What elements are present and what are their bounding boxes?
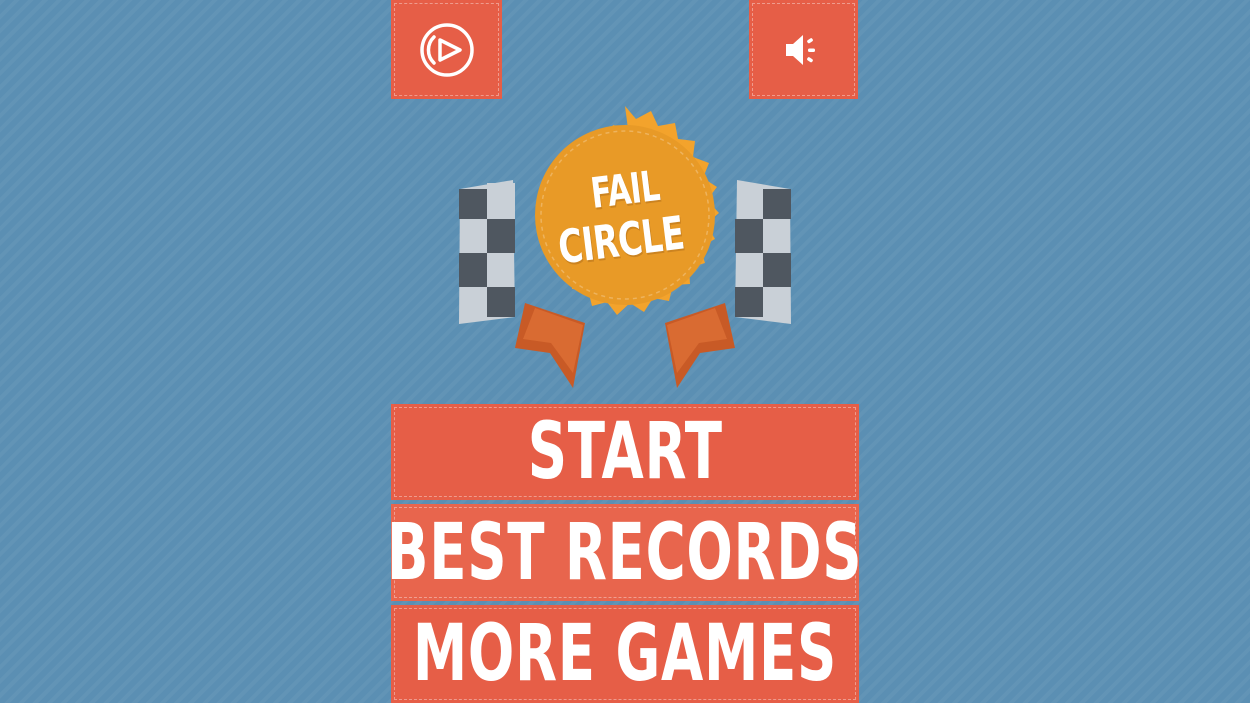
ribbons bbox=[515, 303, 735, 388]
more-games-button[interactable]: MORE GAMES bbox=[391, 605, 859, 703]
start-button[interactable]: START bbox=[391, 404, 859, 500]
speaker-icon bbox=[785, 34, 815, 65]
title-badge: FAIL CIRCLE bbox=[455, 103, 795, 395]
more-games-label: MORE GAMES bbox=[412, 609, 838, 699]
checkered-flag-right bbox=[735, 180, 791, 324]
best-records-button[interactable]: BEST RECORDS bbox=[387, 504, 862, 601]
sound-button[interactable] bbox=[749, 0, 858, 99]
play-logo-icon bbox=[419, 22, 474, 77]
checkered-flag-left bbox=[459, 180, 515, 324]
start-label: START bbox=[527, 407, 723, 497]
best-records-label: BEST RECORDS bbox=[387, 507, 863, 598]
logo-button[interactable] bbox=[391, 0, 502, 99]
